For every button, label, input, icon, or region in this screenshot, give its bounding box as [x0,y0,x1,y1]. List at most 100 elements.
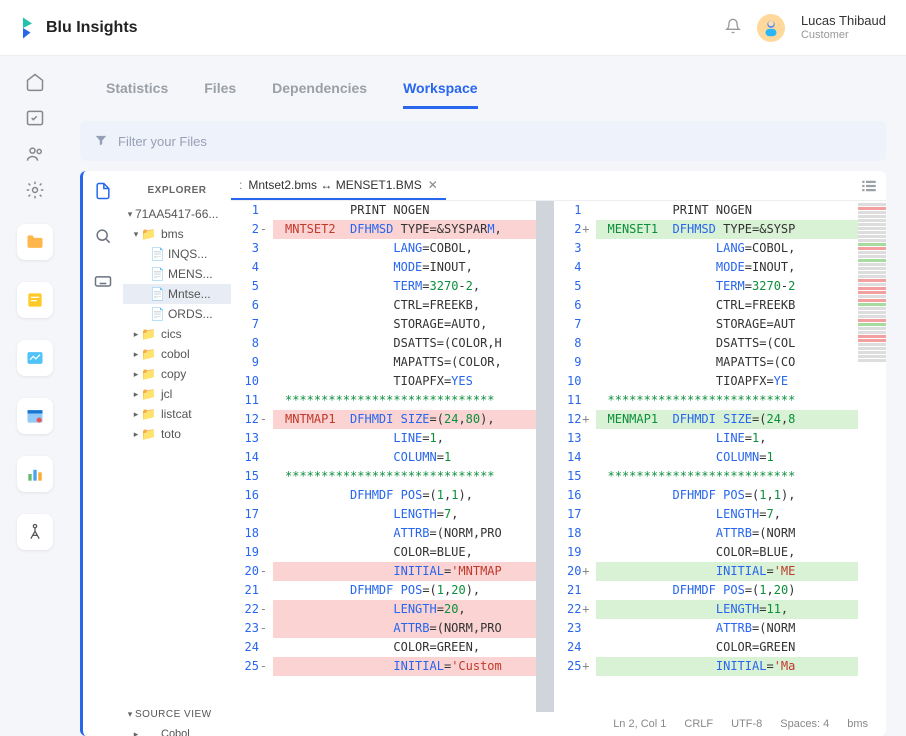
code-line[interactable]: COLOR=BLUE, [273,543,536,562]
code-line[interactable]: ***************************** [273,467,536,486]
code-line[interactable]: MAPATTS=(CO [596,353,859,372]
code-line[interactable]: DFHMDF POS=(1,20), [273,581,536,600]
app-logo[interactable]: Blu Insights [20,17,138,39]
editor-area: : Mntset2.bms ↔ MENSET1.BMS ✕ 12-3456789… [231,171,886,736]
tile-notes[interactable] [17,282,53,318]
code-line[interactable]: ************************** [596,467,859,486]
code-line[interactable]: DFHMDF POS=(1,20) [596,581,859,600]
tile-folder[interactable] [17,224,53,260]
filter-bar[interactable]: Filter your Files [80,121,886,161]
source-view-title[interactable]: ▾SOURCE VIEW [123,704,231,724]
files-icon[interactable] [93,181,113,204]
code-line[interactable]: TERM=3270-2, [273,277,536,296]
code-line[interactable]: MENMAP1 DFHMDI SIZE=(24,8 [596,410,859,429]
code-line[interactable]: LENGTH=20, [273,600,536,619]
code-line[interactable]: DFHMDF POS=(1,1), [596,486,859,505]
tile-compass[interactable] [17,514,53,550]
code-line[interactable]: ATTRB=(NORM,PRO [273,524,536,543]
diff-separator[interactable] [536,201,554,712]
code-line[interactable]: ************************** [596,391,859,410]
file-item[interactable]: 📄MENS... [123,264,231,284]
code-line[interactable]: PRINT NOGEN [596,201,859,220]
editor-tab[interactable]: : Mntset2.bms ↔ MENSET1.BMS ✕ [231,171,446,200]
code-line[interactable]: MNTMAP1 DFHMDI SIZE=(24,80), [273,410,536,429]
code-line[interactable]: CTRL=FREEKB [596,296,859,315]
code-line[interactable]: COLOR=GREEN, [273,638,536,657]
code-line[interactable]: COLOR=GREEN [596,638,859,657]
code-line[interactable]: DSATTS=(COL [596,334,859,353]
code-line[interactable]: DSATTS=(COLOR,H [273,334,536,353]
folder-copy[interactable]: ▸📁copy [123,364,231,384]
status-language[interactable]: bms [847,718,868,730]
close-icon[interactable]: ✕ [428,178,438,192]
tab-files[interactable]: Files [204,80,236,109]
code-line[interactable]: INITIAL='MNTMAP [273,562,536,581]
tab-statistics[interactable]: Statistics [106,80,168,109]
checklist-icon[interactable] [23,106,47,130]
code-line[interactable]: MAPATTS=(COLOR, [273,353,536,372]
code-line[interactable]: ATTRB=(NORM [596,524,859,543]
code-line[interactable]: COLUMN=1 [596,448,859,467]
status-eol[interactable]: CRLF [684,718,713,730]
users-icon[interactable] [23,142,47,166]
code-line[interactable]: INITIAL='Ma [596,657,859,676]
code-line[interactable]: LANG=COBOL, [596,239,859,258]
code-line[interactable]: TIOAPFX=YE [596,372,859,391]
code-line[interactable]: COLOR=BLUE, [596,543,859,562]
code-line[interactable]: LENGTH=11, [596,600,859,619]
code-line[interactable]: LENGTH=7, [596,505,859,524]
user-info[interactable]: Lucas Thibaud Customer [801,13,886,42]
code-line[interactable]: INITIAL='ME [596,562,859,581]
code-line[interactable]: LINE=1, [273,429,536,448]
activity-bar [83,171,123,736]
folder-jcl[interactable]: ▸📁jcl [123,384,231,404]
gear-icon[interactable] [23,178,47,202]
code-line[interactable]: TIOAPFX=YES [273,372,536,391]
home-icon[interactable] [23,70,47,94]
code-line[interactable]: LINE=1, [596,429,859,448]
notifications-icon[interactable] [725,18,741,37]
code-line[interactable]: DFHMDF POS=(1,1), [273,486,536,505]
search-icon[interactable] [93,226,113,249]
code-line[interactable]: STORAGE=AUT [596,315,859,334]
tile-chart[interactable] [17,456,53,492]
tab-workspace[interactable]: Workspace [403,80,477,109]
code-line[interactable]: ATTRB=(NORM,PRO [273,619,536,638]
tree-root[interactable]: ▾71AA5417-66... [123,204,231,224]
tab-dependencies[interactable]: Dependencies [272,80,367,109]
code-line[interactable]: MNTSET2 DFHMSD TYPE=&SYSPARM, [273,220,536,239]
folder-cics[interactable]: ▸📁cics [123,324,231,344]
keyboard-icon[interactable] [93,271,113,294]
list-view-icon[interactable] [860,177,878,198]
tile-map[interactable] [17,340,53,376]
avatar[interactable] [757,14,785,42]
file-item[interactable]: 📄ORDS... [123,304,231,324]
folder-bms[interactable]: ▾📁bms [123,224,231,244]
folder-toto[interactable]: ▸📁toto [123,424,231,444]
code-line[interactable]: MODE=INOUT, [596,258,859,277]
status-position[interactable]: Ln 2, Col 1 [613,718,666,730]
status-encoding[interactable]: UTF-8 [731,718,762,730]
code-line[interactable]: TERM=3270-2 [596,277,859,296]
file-item-selected[interactable]: 📄Mntse... [123,284,231,304]
tile-calendar[interactable] [17,398,53,434]
file-item[interactable]: 📄INQS... [123,244,231,264]
code-line[interactable]: CTRL=FREEKB, [273,296,536,315]
code-line[interactable]: INITIAL='Custom [273,657,536,676]
code-line[interactable]: LENGTH=7, [273,505,536,524]
code-line[interactable]: STORAGE=AUTO, [273,315,536,334]
status-spaces[interactable]: Spaces: 4 [780,718,829,730]
folder-listcat[interactable]: ▸📁listcat [123,404,231,424]
code-line[interactable]: ***************************** [273,391,536,410]
source-view-item[interactable]: ▸Cobol [123,724,231,736]
folder-cobol[interactable]: ▸📁cobol [123,344,231,364]
diff-editor[interactable]: 12-3456789101112-1314151617181920-2122-2… [231,201,886,712]
code-line[interactable]: LANG=COBOL, [273,239,536,258]
code-line[interactable]: COLUMN=1 [273,448,536,467]
code-line[interactable]: MENSET1 DFHMSD TYPE=&SYSP [596,220,859,239]
minimap[interactable] [858,201,886,712]
side-rail [0,56,70,736]
code-line[interactable]: ATTRB=(NORM [596,619,859,638]
code-line[interactable]: MODE=INOUT, [273,258,536,277]
code-line[interactable]: PRINT NOGEN [273,201,536,220]
